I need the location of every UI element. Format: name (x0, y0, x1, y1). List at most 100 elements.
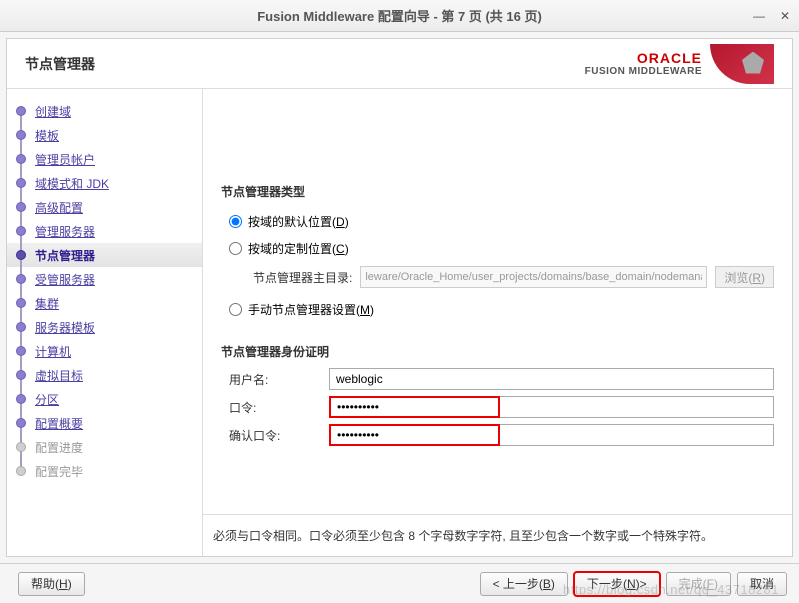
step-label: 分区 (35, 391, 59, 408)
titlebar: Fusion Middleware 配置向导 - 第 7 页 (共 16 页) … (0, 0, 799, 32)
step-label: 受管服务器 (35, 271, 95, 288)
step-bullet-icon (16, 106, 26, 116)
confirm-row: 确认口令: (229, 424, 774, 446)
step-label: 虚拟目标 (35, 367, 83, 384)
confirm-input-ext[interactable] (500, 424, 774, 446)
step-bullet-icon (16, 274, 26, 284)
step-label: 配置进度 (35, 439, 83, 456)
password-label: 口令: (229, 399, 329, 416)
home-dir-input (360, 266, 707, 288)
step-label: 服务器模板 (35, 319, 95, 336)
step-label: 节点管理器 (35, 247, 95, 264)
type-section-title: 节点管理器类型 (221, 183, 774, 200)
oracle-logo-icon (710, 44, 774, 84)
step-label: 创建域 (35, 103, 71, 120)
step-label: 模板 (35, 127, 59, 144)
type-radio-group: 按域的默认位置(D) 按域的定制位置(C) 节点管理器主目录: 浏览(R) (229, 208, 774, 323)
back-button[interactable]: < 上一步(B) (480, 572, 568, 596)
next-button[interactable]: 下一步(N)> (574, 572, 660, 596)
radio-custom[interactable] (229, 242, 242, 255)
step-label: 计算机 (35, 343, 71, 360)
body-area: 节点管理器 ORACLE FUSION MIDDLEWARE 创建域模板管理员帐… (6, 38, 793, 557)
step-0[interactable]: 创建域 (15, 99, 194, 123)
radio-custom-row[interactable]: 按域的定制位置(C) (229, 235, 774, 262)
step-bullet-icon (16, 298, 26, 308)
step-bullet-icon (16, 370, 26, 380)
step-14: 配置进度 (15, 435, 194, 459)
step-10[interactable]: 计算机 (15, 339, 194, 363)
brand-badge: ORACLE FUSION MIDDLEWARE (585, 44, 774, 84)
wizard-window: Fusion Middleware 配置向导 - 第 7 页 (共 16 页) … (0, 0, 799, 603)
step-3[interactable]: 域模式和 JDK (15, 171, 194, 195)
radio-manual-row[interactable]: 手动节点管理器设置(M) (229, 296, 774, 323)
main-panel: 节点管理器类型 按域的默认位置(D) 按域的定制位置(C) 节点管理器主目录: (203, 89, 792, 556)
username-label: 用户名: (229, 371, 329, 388)
step-7[interactable]: 受管服务器 (15, 267, 194, 291)
confirm-input[interactable] (329, 424, 500, 446)
step-bullet-icon (16, 442, 26, 452)
radio-default-row[interactable]: 按域的默认位置(D) (229, 208, 774, 235)
content: 创建域模板管理员帐户域模式和 JDK 高级配置管理服务器节点管理器受管服务器集群服… (7, 89, 792, 556)
step-label: 集群 (35, 295, 59, 312)
radio-manual[interactable] (229, 303, 242, 316)
username-input[interactable] (329, 368, 774, 390)
step-label: 管理服务器 (35, 223, 95, 240)
footer: 帮助(H) < 上一步(B) 下一步(N)> 完成(F) 取消 (0, 563, 799, 603)
help-button[interactable]: 帮助(H) (18, 572, 85, 596)
browse-button: 浏览(R) (715, 266, 774, 288)
step-5[interactable]: 管理服务器 (15, 219, 194, 243)
step-label: 配置完毕 (35, 463, 83, 480)
radio-default-label: 按域的默认位置(D) (248, 213, 349, 230)
main-form: 节点管理器类型 按域的默认位置(D) 按域的定制位置(C) 节点管理器主目录: (203, 89, 792, 514)
help-text: 必须与口令相同。口令必须至少包含 8 个字母数字字符, 且至少包含一个数字或一个… (213, 527, 713, 544)
step-list: 创建域模板管理员帐户域模式和 JDK 高级配置管理服务器节点管理器受管服务器集群服… (15, 99, 194, 483)
step-bullet-icon (16, 418, 26, 428)
brand-name: ORACLE (585, 50, 702, 66)
minimize-button[interactable]: — (753, 10, 765, 22)
window-title: Fusion Middleware 配置向导 - 第 7 页 (共 16 页) (257, 6, 542, 25)
credential-section: 节点管理器身份证明 用户名: 口令: 确认口令: (221, 343, 774, 446)
step-label: 配置概要 (35, 415, 83, 432)
password-input-ext[interactable] (500, 396, 774, 418)
step-6[interactable]: 节点管理器 (15, 243, 194, 267)
step-9[interactable]: 服务器模板 (15, 315, 194, 339)
finish-button: 完成(F) (666, 572, 731, 596)
step-bullet-icon (16, 226, 26, 236)
password-row: 口令: (229, 396, 774, 418)
help-bar: 必须与口令相同。口令必须至少包含 8 个字母数字字符, 且至少包含一个数字或一个… (203, 514, 792, 556)
step-bullet-icon (16, 466, 26, 476)
step-bullet-icon (16, 346, 26, 356)
password-input[interactable] (329, 396, 500, 418)
cred-section-title: 节点管理器身份证明 (221, 343, 774, 360)
radio-custom-label: 按域的定制位置(C) (248, 240, 349, 257)
step-bullet-icon (16, 130, 26, 140)
step-11[interactable]: 虚拟目标 (15, 363, 194, 387)
step-bullet-icon (16, 322, 26, 332)
username-row: 用户名: (229, 368, 774, 390)
sidebar: 创建域模板管理员帐户域模式和 JDK 高级配置管理服务器节点管理器受管服务器集群服… (7, 89, 203, 556)
brand-sub: FUSION MIDDLEWARE (585, 66, 702, 77)
step-1[interactable]: 模板 (15, 123, 194, 147)
page-title: 节点管理器 (25, 54, 95, 74)
step-bullet-icon (16, 202, 26, 212)
home-dir-label: 节点管理器主目录: (253, 269, 352, 286)
radio-manual-label: 手动节点管理器设置(M) (248, 301, 374, 318)
cancel-button[interactable]: 取消 (737, 572, 787, 596)
step-8[interactable]: 集群 (15, 291, 194, 315)
step-bullet-icon (16, 394, 26, 404)
header: 节点管理器 ORACLE FUSION MIDDLEWARE (7, 39, 792, 89)
close-button[interactable]: ✕ (779, 10, 791, 22)
home-dir-row: 节点管理器主目录: 浏览(R) (253, 266, 774, 288)
radio-default[interactable] (229, 215, 242, 228)
step-13[interactable]: 配置概要 (15, 411, 194, 435)
step-bullet-icon (16, 154, 26, 164)
step-label: 高级配置 (35, 199, 83, 216)
step-2[interactable]: 管理员帐户 (15, 147, 194, 171)
step-15: 配置完毕 (15, 459, 194, 483)
step-bullet-icon (16, 178, 26, 188)
step-label: 管理员帐户 (35, 151, 95, 168)
step-4[interactable]: 高级配置 (15, 195, 194, 219)
step-12[interactable]: 分区 (15, 387, 194, 411)
confirm-label: 确认口令: (229, 427, 329, 444)
window-controls: — ✕ (753, 10, 791, 22)
